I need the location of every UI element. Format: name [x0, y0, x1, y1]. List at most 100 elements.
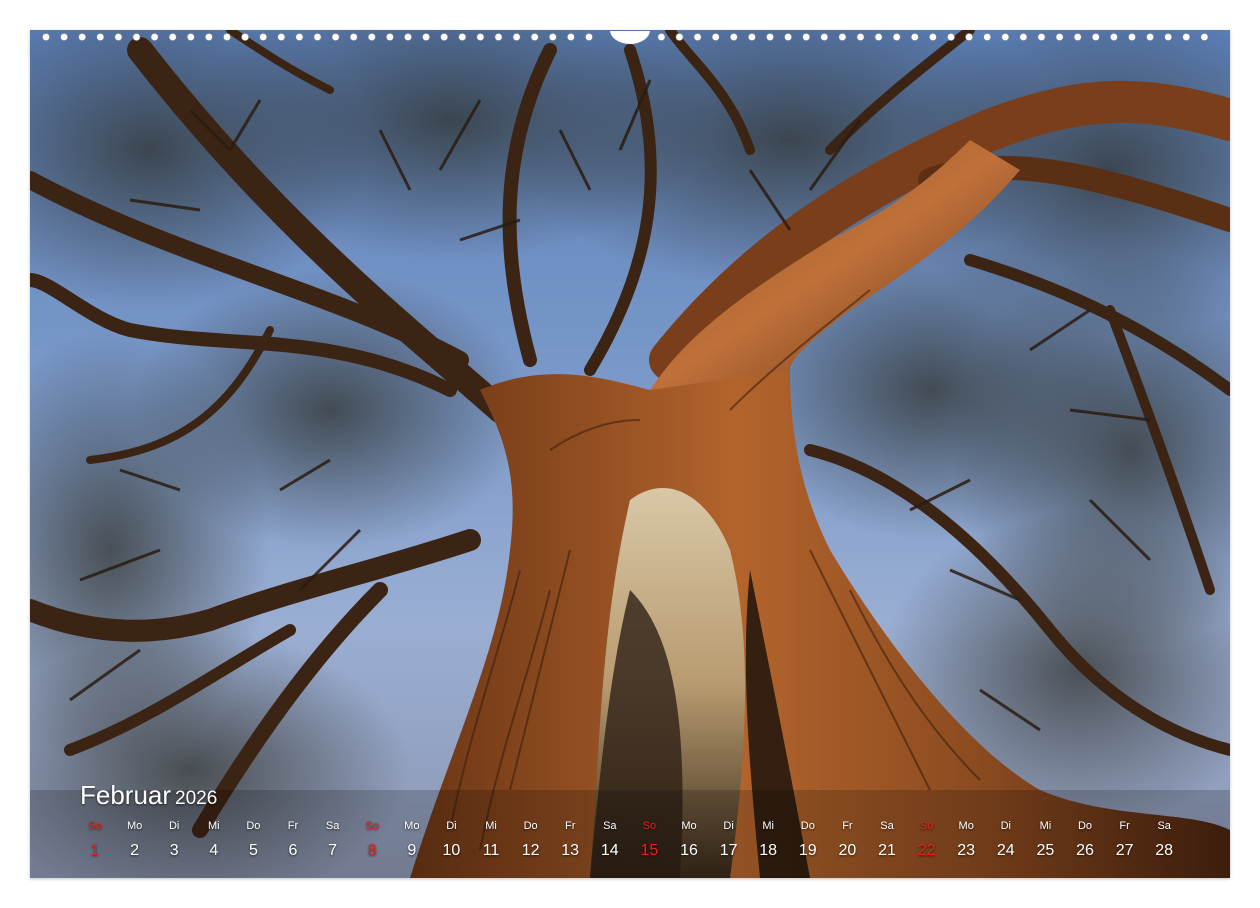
day-cell: Sa 14: [590, 818, 630, 862]
binding-hole: [422, 33, 430, 41]
weekday-label: Fr: [287, 820, 299, 832]
tree-illustration: [30, 30, 1230, 878]
day-cell: Fr 13: [550, 818, 590, 862]
binding-hole: [476, 33, 485, 41]
day-cell: Sa 7: [313, 818, 353, 862]
binding-hole: [132, 33, 141, 41]
binding-hole: [1164, 33, 1173, 41]
weekday-label: Di: [723, 820, 734, 832]
day-number: 14: [600, 842, 619, 859]
day-number: 6: [288, 842, 298, 859]
day-cell: So 1: [75, 818, 115, 862]
calendar-page: Februar 2026 So 1 Mo 2 Di 3 Mi 4 Do 5 Fr 6 Sa 7 So 8 Mo 9 D…: [0, 0, 1260, 908]
binding-hole: [96, 33, 105, 41]
binding-hole: [530, 33, 539, 41]
binding-hole: [874, 33, 883, 41]
day-cell: Di 10: [431, 818, 471, 862]
binding-hole: [349, 33, 358, 41]
weekday-label: Mo: [681, 820, 697, 832]
binding-hole: [78, 33, 87, 41]
binding-hole: [1182, 33, 1191, 41]
binding-hole: [838, 33, 847, 41]
day-number: 7: [328, 842, 338, 859]
day-cell: Sa 28: [1144, 818, 1184, 862]
day-number: 10: [442, 842, 461, 859]
binding-holes: [42, 31, 1209, 44]
binding-hole: [1073, 33, 1082, 41]
day-cell: So 8: [352, 818, 392, 862]
day-number: 3: [169, 842, 179, 859]
binding-hole: [548, 33, 557, 41]
binding-hole: [1200, 33, 1209, 41]
day-cell: Mo 16: [669, 818, 709, 862]
weekday-label: Mi: [485, 820, 497, 832]
weekday-label: Sa: [325, 820, 340, 832]
binding-hole: [784, 33, 792, 41]
binding-hole: [150, 33, 159, 41]
binding-hole: [729, 33, 738, 41]
binding-hole: [748, 33, 756, 41]
day-cell: So 22: [907, 818, 947, 862]
binding-hole: [983, 33, 992, 41]
binding-hole: [965, 33, 973, 41]
binding-hole: [168, 33, 177, 41]
binding-hole: [929, 33, 937, 41]
binding-hole: [567, 33, 575, 41]
day-cell: Mi 11: [471, 818, 511, 862]
binding-hole: [331, 33, 340, 41]
day-cell: Do 26: [1065, 818, 1105, 862]
day-number: 25: [1036, 842, 1055, 859]
weekday-label: Mi: [207, 820, 220, 832]
binding-hole: [820, 33, 829, 41]
binding-hole: [367, 33, 376, 41]
day-cell: Fr 20: [827, 818, 867, 862]
weekday-label: Mo: [404, 820, 420, 832]
day-number: 18: [759, 842, 778, 859]
day-number: 1: [90, 842, 100, 859]
binding-hole: [404, 33, 412, 41]
day-number: 17: [719, 842, 738, 859]
weekday-label: Fr: [564, 820, 576, 832]
day-number: 19: [798, 842, 817, 859]
weekday-label: Do: [246, 820, 261, 832]
weekday-label: So: [88, 820, 102, 832]
binding-hole: [440, 33, 449, 41]
binding-hole: [42, 33, 50, 41]
month-title: Februar 2026: [80, 780, 217, 811]
binding-hole: [802, 33, 811, 41]
day-cell: Di 17: [709, 818, 749, 862]
binding-hole: [711, 33, 720, 41]
binding-hole: [223, 33, 231, 41]
day-cell: Mo 23: [946, 818, 986, 862]
binding-hole: [675, 33, 684, 41]
day-cell: Di 24: [986, 818, 1026, 862]
day-cell: So 15: [629, 818, 669, 862]
day-cell: Mo 9: [392, 818, 432, 862]
binding-hole: [385, 33, 394, 41]
weekday-label: Do: [800, 820, 815, 832]
binding-hole: [1001, 33, 1010, 41]
day-number: 28: [1155, 842, 1174, 859]
day-number: 26: [1076, 842, 1094, 859]
weekday-label: Do: [1077, 820, 1093, 832]
binding-hole: [1110, 33, 1118, 41]
weekday-label: Di: [168, 820, 180, 832]
day-number: 24: [996, 842, 1015, 859]
weekday-label: So: [919, 820, 934, 832]
weekday-label: So: [642, 820, 657, 832]
weekday-label: Mo: [126, 820, 143, 832]
day-cell: Sa 21: [867, 818, 907, 862]
weekday-label: Sa: [1157, 820, 1171, 832]
weekday-label: Sa: [603, 820, 617, 832]
binding-hole: [657, 33, 666, 41]
day-row: So 1 Mo 2 Di 3 Mi 4 Do 5 Fr 6 Sa 7 So 8 Mo 9 Di 10 Mi 11 Do 12 F…: [80, 818, 1200, 870]
day-number: 4: [209, 842, 219, 859]
binding-hole: [1019, 33, 1028, 41]
day-cell: Fr 6: [273, 818, 313, 862]
weekday-label: Fr: [842, 820, 853, 832]
binding-hole: [60, 33, 68, 41]
day-number: 8: [367, 842, 377, 859]
calendar-strip: Februar 2026 So 1 Mo 2 Di 3 Mi 4 Do 5 Fr 6 Sa 7 So 8 Mo 9 D…: [80, 780, 1200, 870]
binding-hole: [277, 33, 286, 41]
month-name: Februar: [80, 780, 172, 810]
